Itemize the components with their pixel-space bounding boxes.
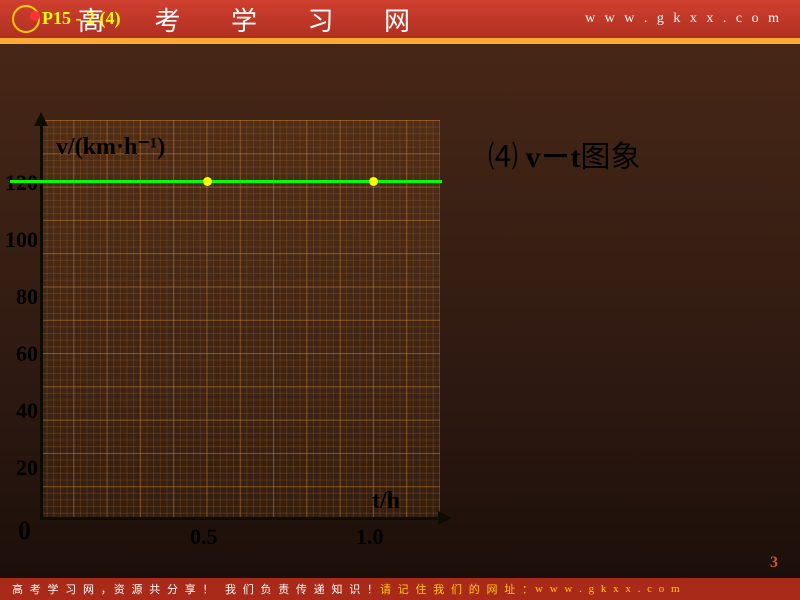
chart-caption: ⑷ v－t图象 bbox=[488, 132, 641, 176]
header-divider bbox=[0, 38, 800, 44]
logo-icon bbox=[12, 5, 40, 33]
y-tick-80: 80 bbox=[4, 284, 38, 310]
origin-label: 0 bbox=[18, 516, 31, 546]
y-tick-40: 40 bbox=[4, 398, 38, 424]
y-tick-120: 120 bbox=[4, 170, 38, 196]
footer-url: w w w . g k x x . c o m bbox=[535, 583, 682, 595]
y-tick-100: 100 bbox=[4, 227, 38, 253]
data-point-1 bbox=[203, 177, 212, 186]
header-bar: P15 - 2 (4) 高 考 学 习 网 w w w . g k x x . … bbox=[0, 0, 800, 38]
footer-text-3: 请 记 住 我 们 的 网 址 ： bbox=[380, 581, 535, 597]
x-tick-10: 1.0 bbox=[356, 524, 384, 550]
caption-prefix: ⑷ bbox=[488, 141, 518, 174]
x-axis bbox=[40, 517, 440, 520]
caption-suffix: 图象 bbox=[581, 141, 641, 174]
page-number: 3 bbox=[770, 554, 778, 572]
vt-chart: v/(km·h⁻¹) t/h 0 120 100 80 60 40 20 0.5… bbox=[10, 120, 450, 540]
caption-formula: v－t bbox=[526, 141, 581, 174]
x-tick-05: 0.5 bbox=[190, 524, 218, 550]
site-url: w w w . g k x x . c o m bbox=[585, 11, 782, 27]
footer-text-2: 我 们 负 责 传 递 知 识 ！ bbox=[225, 581, 380, 597]
data-point-2 bbox=[369, 177, 378, 186]
y-axis-label: v/(km·h⁻¹) bbox=[56, 132, 165, 161]
footer-text-1: 高 考 学 习 网 ，资 源 共 分 享 ！ bbox=[12, 581, 216, 597]
x-axis-arrow-icon bbox=[438, 511, 452, 525]
page-reference: P15 - 2 (4) bbox=[42, 8, 120, 29]
y-tick-20: 20 bbox=[4, 455, 38, 481]
site-name: 高 考 学 习 网 bbox=[78, 1, 432, 38]
x-axis-label: t/h bbox=[372, 488, 400, 515]
footer-bar: 高 考 学 习 网 ，资 源 共 分 享 ！ 我 们 负 责 传 递 知 识 ！… bbox=[0, 578, 800, 600]
y-axis-arrow-icon bbox=[34, 112, 48, 126]
y-tick-60: 60 bbox=[4, 341, 38, 367]
